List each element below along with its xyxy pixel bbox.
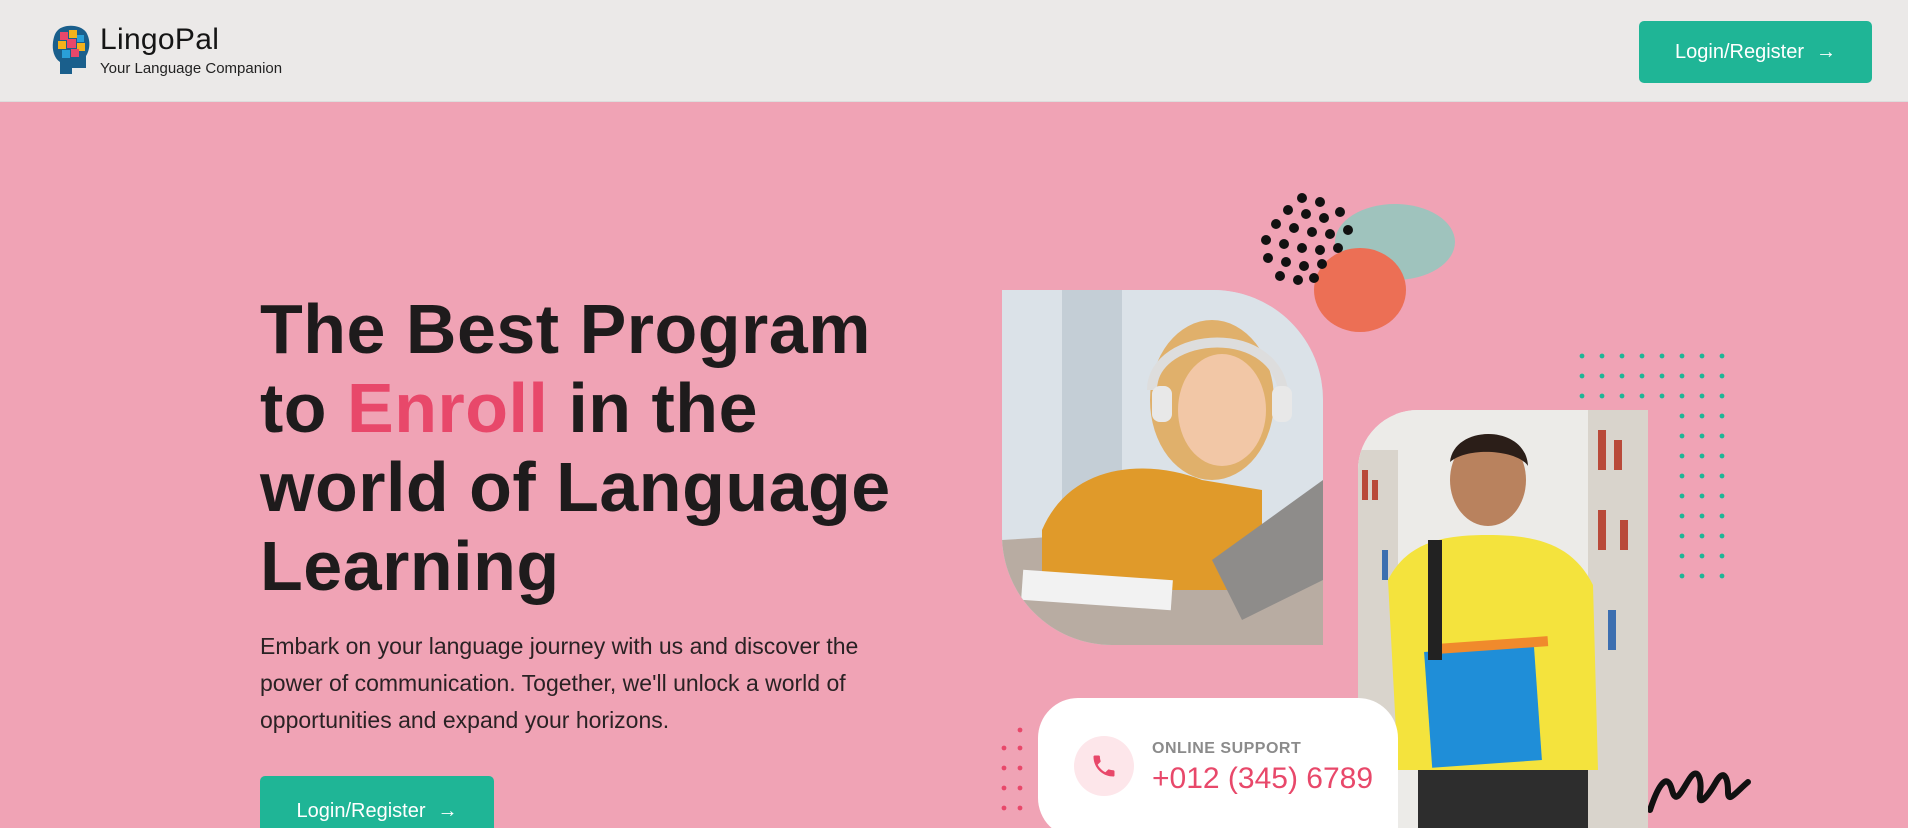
support-label: ONLINE SUPPORT (1152, 740, 1302, 757)
hero-title-accent: Enroll (347, 369, 549, 447)
online-support-card[interactable]: ONLINE SUPPORT +012 (345) 6789 (1038, 698, 1398, 828)
arrow-right-icon: → (437, 800, 458, 822)
student-with-books-illustration (1358, 410, 1648, 828)
hero-login-register-button[interactable]: Login/Register → (260, 776, 494, 828)
hero-login-register-label: Login/Register (296, 800, 426, 822)
decorative-squiggle (1647, 770, 1751, 813)
arrow-right-icon: → (1815, 40, 1836, 63)
site-header: LingoPal Your Language Companion Login/R… (0, 0, 1908, 102)
brand-tagline: Your Language Companion (100, 60, 283, 77)
header-login-register-button[interactable]: Login/Register → (1639, 21, 1872, 83)
phone-icon (1074, 736, 1134, 796)
support-phone-number[interactable]: +012 (345) 6789 (1152, 762, 1373, 796)
header-login-register-label: Login/Register (1675, 40, 1804, 63)
student-with-headphones-photo (1002, 290, 1323, 645)
brand-logo[interactable]: LingoPal Your Language Companion (50, 24, 282, 77)
phone-glyph (1093, 755, 1115, 777)
hero-title: The Best Program to Enroll in the world … (260, 290, 940, 606)
puzzle-head-icon (52, 25, 90, 74)
hero-description: Embark on your language journey with us … (260, 633, 859, 733)
student-with-headphones-illustration (1002, 290, 1323, 645)
brand-name: LingoPal (100, 23, 220, 56)
decorative-pink-dots (1001, 727, 1023, 811)
student-with-books-photo (1358, 410, 1648, 828)
